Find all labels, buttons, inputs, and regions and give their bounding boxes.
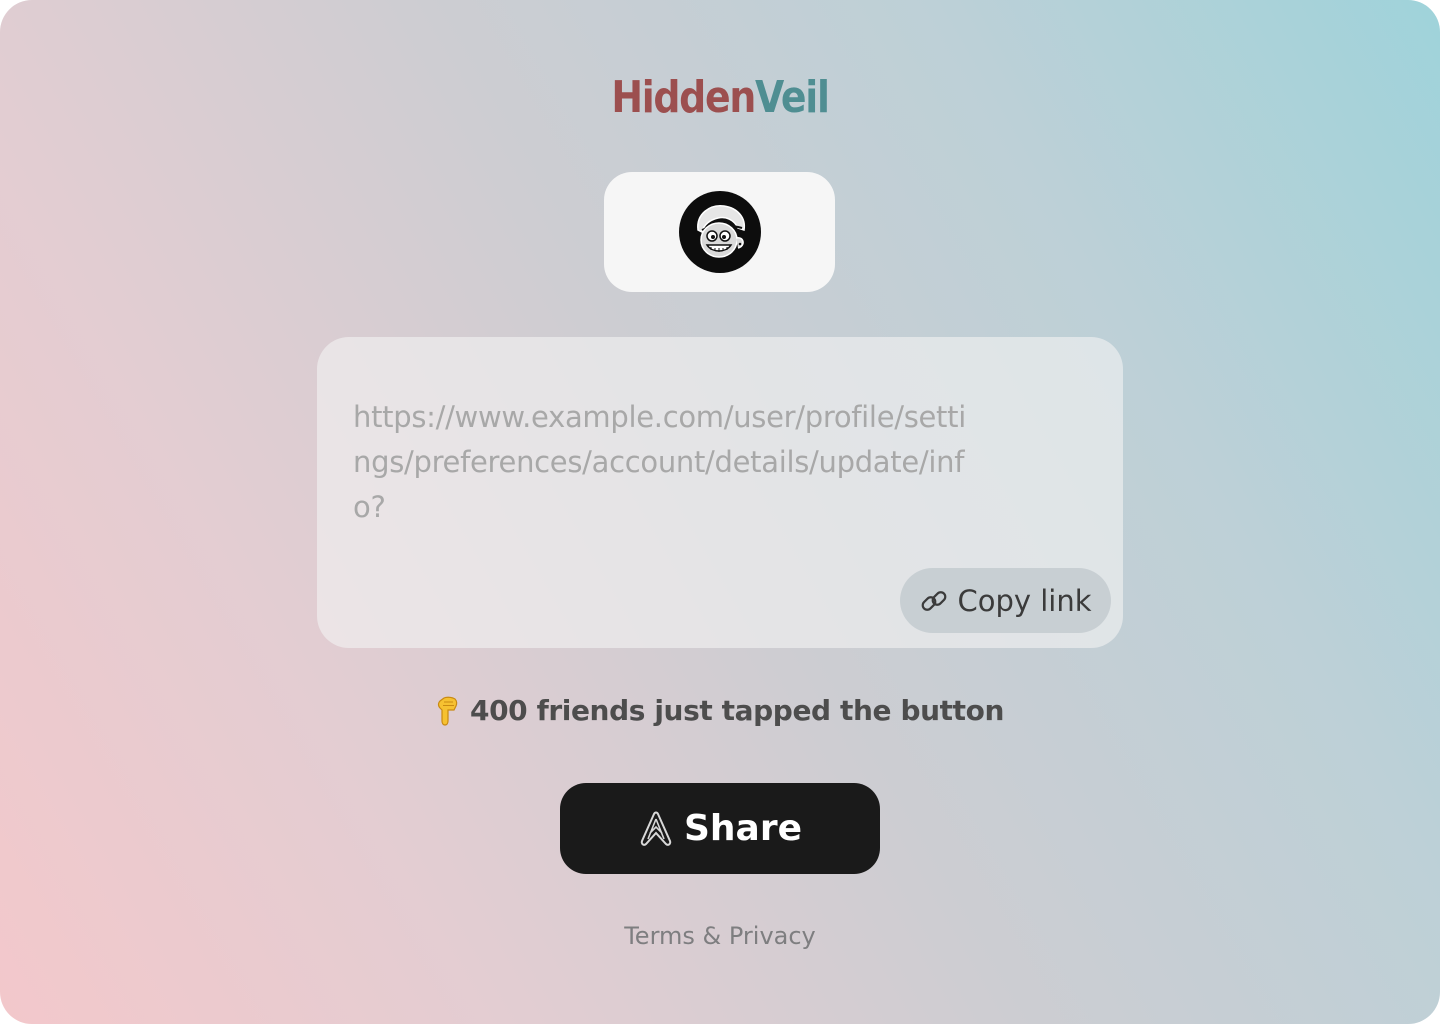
share-url-text[interactable]: https://www.example.com/user/profile/set… <box>353 395 973 530</box>
brand-logo-part-2: Veil <box>755 72 830 123</box>
share-button[interactable]: Share <box>560 783 880 874</box>
avatar-card <box>604 172 835 292</box>
terms-privacy-link[interactable]: Terms & Privacy <box>0 922 1440 950</box>
social-proof-text: 400 friends just tapped the button <box>469 694 1004 727</box>
pointing-down-hand-emoji-icon <box>437 696 458 726</box>
cartoon-character-avatar-icon <box>696 205 745 258</box>
avatar <box>678 191 761 273</box>
page-background: HiddenVeil https://www.example.com/user/… <box>0 0 1440 1024</box>
copy-link-label: Copy link <box>957 583 1092 618</box>
share-button-label: Share <box>683 808 803 849</box>
link-chain-icon <box>922 590 947 611</box>
copy-link-button[interactable]: Copy link <box>900 568 1111 633</box>
brand-logo: HiddenVeil <box>101 72 1339 124</box>
link-card: https://www.example.com/user/profile/set… <box>317 337 1123 648</box>
share-icon <box>640 811 672 846</box>
brand-logo-part-1: Hidden <box>611 72 756 123</box>
social-proof: 400 friends just tapped the button <box>0 694 1440 727</box>
